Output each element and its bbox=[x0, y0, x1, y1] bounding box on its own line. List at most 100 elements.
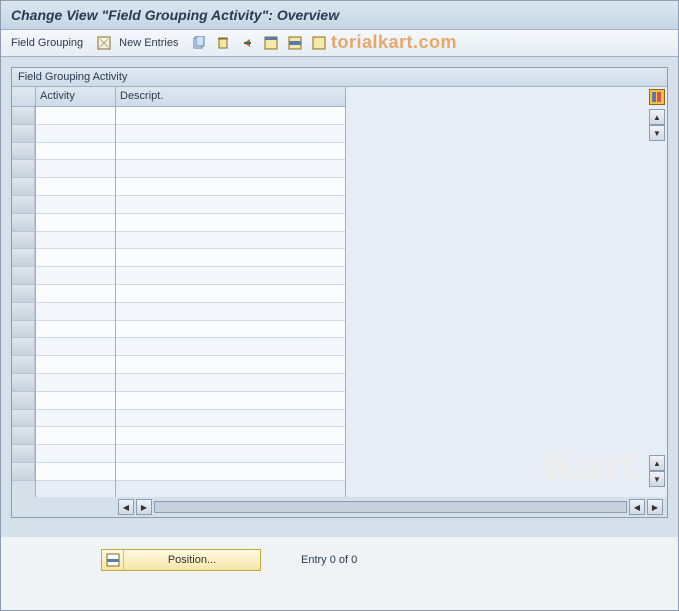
copy-icon[interactable] bbox=[190, 34, 208, 52]
scroll-right-button[interactable]: ▶ bbox=[647, 499, 663, 515]
descript-cell[interactable] bbox=[116, 249, 345, 267]
row-selector[interactable] bbox=[12, 410, 35, 428]
scroll-up-button[interactable]: ▲ bbox=[649, 455, 665, 471]
descript-cell[interactable] bbox=[116, 303, 345, 321]
configure-columns-icon[interactable] bbox=[649, 89, 665, 105]
row-selector[interactable] bbox=[12, 374, 35, 392]
descript-cell[interactable] bbox=[116, 338, 345, 356]
descript-cell[interactable] bbox=[116, 374, 345, 392]
activity-cell[interactable] bbox=[36, 374, 115, 392]
row-selector[interactable] bbox=[12, 267, 35, 285]
descript-cell[interactable] bbox=[116, 160, 345, 178]
descript-cell[interactable] bbox=[116, 392, 345, 410]
row-selector[interactable] bbox=[12, 214, 35, 232]
activity-cell[interactable] bbox=[36, 445, 115, 463]
activity-cell[interactable] bbox=[36, 356, 115, 374]
descript-cell[interactable] bbox=[116, 463, 345, 481]
activity-cell[interactable] bbox=[36, 303, 115, 321]
scroll-down-button[interactable]: ▼ bbox=[649, 471, 665, 487]
row-selector[interactable] bbox=[12, 143, 35, 161]
descript-cell[interactable] bbox=[116, 267, 345, 285]
row-selector[interactable] bbox=[12, 196, 35, 214]
scroll-down-button[interactable]: ▼ bbox=[649, 125, 665, 141]
scroll-left-button[interactable]: ◀ bbox=[629, 499, 645, 515]
row-selector[interactable] bbox=[12, 160, 35, 178]
panel-header: Field Grouping Activity bbox=[12, 68, 667, 87]
new-entries-button[interactable]: New Entries bbox=[119, 37, 178, 49]
row-selector[interactable] bbox=[12, 285, 35, 303]
activity-cell[interactable] bbox=[36, 285, 115, 303]
descript-cell[interactable] bbox=[116, 178, 345, 196]
activity-cell[interactable] bbox=[36, 143, 115, 161]
row-selector[interactable] bbox=[12, 321, 35, 339]
select-block-icon[interactable] bbox=[286, 34, 304, 52]
watermark-text: torialkart.com bbox=[331, 32, 457, 53]
position-label: Position... bbox=[124, 554, 260, 566]
row-selector[interactable] bbox=[12, 232, 35, 250]
descript-cell[interactable] bbox=[116, 196, 345, 214]
table-panel: Field Grouping Activity bbox=[11, 67, 668, 518]
activity-cell[interactable] bbox=[36, 267, 115, 285]
delete-icon[interactable] bbox=[214, 34, 232, 52]
descript-cell[interactable] bbox=[116, 321, 345, 339]
descript-cell[interactable] bbox=[116, 285, 345, 303]
descript-cell[interactable] bbox=[116, 427, 345, 445]
footer-bar: Position... Entry 0 of 0 bbox=[1, 537, 678, 583]
page-title: Change View "Field Grouping Activity": O… bbox=[11, 7, 668, 23]
undo-icon[interactable] bbox=[238, 34, 256, 52]
application-toolbar: Field Grouping New Entries torialkart.co… bbox=[1, 30, 678, 57]
row-selector[interactable] bbox=[12, 427, 35, 445]
row-selector[interactable] bbox=[12, 303, 35, 321]
descript-cell[interactable] bbox=[116, 445, 345, 463]
activity-cell[interactable] bbox=[36, 178, 115, 196]
activity-cell[interactable] bbox=[36, 410, 115, 428]
row-selector[interactable] bbox=[12, 125, 35, 143]
descript-cell[interactable] bbox=[116, 214, 345, 232]
vertical-scrollbar[interactable]: ▲ ▼ ▲ ▼ bbox=[649, 109, 665, 487]
row-selector[interactable] bbox=[12, 249, 35, 267]
data-grid[interactable]: Activity bbox=[12, 87, 667, 497]
column-header-activity[interactable]: Activity bbox=[36, 87, 115, 107]
position-button[interactable]: Position... bbox=[101, 549, 261, 571]
field-grouping-label: Field Grouping bbox=[11, 37, 83, 49]
hscroll-track[interactable] bbox=[154, 501, 627, 513]
scroll-up-button[interactable]: ▲ bbox=[649, 109, 665, 125]
activity-cell[interactable] bbox=[36, 214, 115, 232]
activity-cell[interactable] bbox=[36, 232, 115, 250]
descript-column: Descript. bbox=[116, 87, 346, 497]
row-selector[interactable] bbox=[12, 445, 35, 463]
descript-cell[interactable] bbox=[116, 232, 345, 250]
activity-cell[interactable] bbox=[36, 392, 115, 410]
activity-cell[interactable] bbox=[36, 160, 115, 178]
activity-cell[interactable] bbox=[36, 249, 115, 267]
details-icon[interactable] bbox=[95, 34, 113, 52]
content-area: Field Grouping Activity bbox=[1, 57, 678, 537]
row-selector[interactable] bbox=[12, 392, 35, 410]
activity-cell[interactable] bbox=[36, 107, 115, 125]
activity-cell[interactable] bbox=[36, 427, 115, 445]
scroll-right-button[interactable]: ▶ bbox=[136, 499, 152, 515]
column-header-descript[interactable]: Descript. bbox=[116, 87, 345, 107]
activity-cell[interactable] bbox=[36, 196, 115, 214]
row-selector-column bbox=[12, 87, 36, 497]
row-selector[interactable] bbox=[12, 463, 35, 481]
select-all-icon[interactable] bbox=[262, 34, 280, 52]
row-selector[interactable] bbox=[12, 107, 35, 125]
row-selector[interactable] bbox=[12, 338, 35, 356]
deselect-all-icon[interactable] bbox=[310, 34, 328, 52]
title-bar: Change View "Field Grouping Activity": O… bbox=[1, 1, 678, 30]
descript-cell[interactable] bbox=[116, 143, 345, 161]
descript-cell[interactable] bbox=[116, 125, 345, 143]
activity-cell[interactable] bbox=[36, 463, 115, 481]
descript-cell[interactable] bbox=[116, 107, 345, 125]
activity-cell[interactable] bbox=[36, 338, 115, 356]
scroll-left-button[interactable]: ◀ bbox=[118, 499, 134, 515]
activity-cell[interactable] bbox=[36, 125, 115, 143]
row-selector[interactable] bbox=[12, 356, 35, 374]
entry-counter: Entry 0 of 0 bbox=[301, 554, 357, 566]
horizontal-scroll-row: ◀ ▶ ◀ ▶ bbox=[12, 497, 667, 517]
activity-cell[interactable] bbox=[36, 321, 115, 339]
descript-cell[interactable] bbox=[116, 356, 345, 374]
row-selector[interactable] bbox=[12, 178, 35, 196]
descript-cell[interactable] bbox=[116, 410, 345, 428]
